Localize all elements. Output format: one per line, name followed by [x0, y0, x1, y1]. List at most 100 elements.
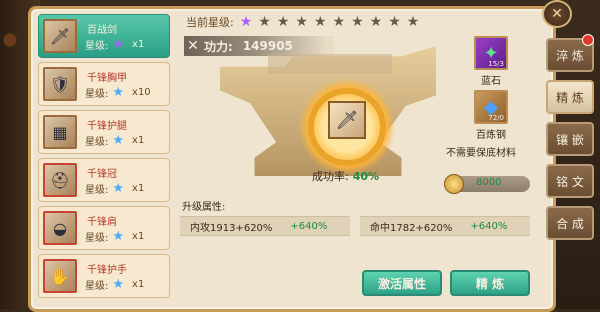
- equip-name: 千锋肩: [87, 217, 117, 228]
- coin-value: 8000: [476, 177, 502, 188]
- star-icon: ★: [112, 180, 125, 196]
- stat-value: 1782+620%: [390, 222, 453, 234]
- forge-slot[interactable]: 🗡: [328, 101, 366, 139]
- tab-label: 淬 炼: [556, 48, 584, 63]
- star-icon: ★: [112, 132, 125, 148]
- equip-count: x10: [132, 87, 151, 98]
- star-label: 星级:: [85, 185, 109, 196]
- stat-row: 内攻1913+620% +640%: [180, 216, 350, 236]
- star-icon: ★: [112, 84, 125, 100]
- gauntlet-icon: ✋: [43, 259, 77, 293]
- success-value: 40%: [352, 170, 380, 183]
- star-icon: ★: [406, 14, 420, 30]
- stat-name: 内攻: [190, 222, 210, 234]
- material-count: 72/0: [488, 114, 504, 122]
- material-slot[interactable]: ◆ 72/0: [474, 90, 508, 124]
- power-bar: ✕ 功力: 149905: [184, 36, 334, 56]
- equip-item[interactable]: 🛡 千锋胸甲 星级: ★ x10: [38, 62, 170, 106]
- equip-count: x1: [132, 231, 145, 242]
- activate-button[interactable]: 激活属性: [362, 270, 442, 296]
- leg-armor-icon: ▦: [43, 115, 77, 149]
- stat-add: +640%: [290, 220, 328, 232]
- sword-icon: 🗡: [335, 109, 359, 131]
- tab-refine[interactable]: 精 炼: [546, 80, 594, 114]
- success-rate: 成功率: 40%: [312, 168, 379, 184]
- equip-item[interactable]: ⛑ 千锋冠 星级: ★ x1: [38, 158, 170, 202]
- equip-item[interactable]: ✋ 千锋护手 星级: ★ x1: [38, 254, 170, 298]
- notification-badge: [582, 34, 594, 46]
- equip-item[interactable]: 🗡 百战剑 星级: ★ x1: [38, 14, 170, 58]
- tab-inlay[interactable]: 镶 嵌: [546, 122, 594, 156]
- stat-row: 命中1782+620% +640%: [360, 216, 530, 236]
- star-label: 星级:: [85, 89, 109, 100]
- star-icon: ★: [112, 276, 125, 292]
- material-count: 15/3: [488, 60, 504, 68]
- star-label: 星级:: [85, 233, 109, 244]
- star-icon: ★: [112, 36, 125, 52]
- star-icon: ★: [112, 228, 125, 244]
- equip-count: x1: [132, 39, 145, 50]
- equip-name: 千锋护手: [87, 265, 127, 276]
- material-name: 蓝石: [481, 76, 501, 87]
- equip-name: 百战剑: [87, 25, 117, 36]
- material-slot[interactable]: ✦ 15/3: [474, 36, 508, 70]
- equip-item[interactable]: ▦ 千锋护腿 星级: ★ x1: [38, 110, 170, 154]
- equip-star-row: 星级: ★ x1: [85, 36, 145, 53]
- star-icon: ★: [258, 14, 271, 30]
- coin-icon: [444, 174, 464, 194]
- star-icon: ★: [276, 14, 290, 30]
- tab-synthesize[interactable]: 合 成: [546, 206, 594, 240]
- current-star-row: 当前星级: ★ ★ ★ ★ ★ ★ ★ ★ ★ ★: [186, 14, 419, 30]
- power-label: 功力:: [204, 39, 233, 54]
- current-star-label: 当前星级:: [186, 16, 234, 29]
- star-icon: ★: [332, 14, 346, 30]
- side-tabs: 淬 炼 精 炼 镶 嵌 铭 文 合 成: [546, 34, 594, 248]
- shoulder-icon: ◒: [43, 211, 77, 245]
- star-label: 星级:: [85, 137, 109, 148]
- tab-inscription[interactable]: 铭 文: [546, 164, 594, 198]
- close-icon: ✕: [551, 6, 563, 22]
- stat-add: +640%: [470, 220, 508, 232]
- equip-star-row: 星级: ★ x1: [85, 228, 145, 245]
- star-icon: ★: [239, 14, 253, 30]
- anvil-highlight: [268, 54, 392, 74]
- upgrade-label: 升级属性:: [182, 202, 226, 213]
- success-label: 成功率:: [312, 170, 349, 183]
- equip-count: x1: [132, 183, 145, 194]
- equipment-list[interactable]: 🗡 百战剑 星级: ★ x1 🛡 千锋胸甲 星级: ★ x10 ▦ 千锋护腿 星…: [38, 14, 170, 306]
- star-label: 星级:: [85, 41, 109, 52]
- star-label: 星级:: [85, 281, 109, 292]
- helmet-icon: ⛑: [43, 163, 77, 197]
- equip-name: 千锋胸甲: [87, 73, 127, 84]
- crossed-swords-icon: ✕: [187, 38, 199, 54]
- close-button[interactable]: ✕: [542, 0, 572, 28]
- equip-item[interactable]: ◒ 千锋肩 星级: ★ x1: [38, 206, 170, 250]
- no-protect-note: 不需要保底材料: [446, 148, 516, 159]
- stat-text: 内攻1913+620%: [190, 219, 272, 234]
- equip-count: x1: [132, 135, 145, 146]
- sword-icon: 🗡: [43, 19, 77, 53]
- material-name: 百炼钢: [476, 130, 506, 141]
- tab-label: 合 成: [556, 216, 584, 231]
- equip-star-row: 星级: ★ x1: [85, 276, 145, 293]
- tab-label: 精 炼: [556, 90, 584, 105]
- power-value: 149905: [242, 39, 293, 53]
- equip-star-row: 星级: ★ x10: [85, 84, 151, 101]
- refine-panel: 当前星级: ★ ★ ★ ★ ★ ★ ★ ★ ★ ★ ✕ 功力: 149905 🗡…: [176, 8, 542, 300]
- tab-label: 铭 文: [556, 174, 584, 189]
- star-icon: ★: [388, 14, 401, 30]
- equip-star-row: 星级: ★ x1: [85, 132, 145, 149]
- armor-icon: 🛡: [43, 67, 77, 101]
- star-icon: ★: [295, 14, 308, 30]
- equip-star-row: 星级: ★ x1: [85, 180, 145, 197]
- star-icon: ★: [351, 14, 364, 30]
- star-icon: ★: [369, 14, 383, 30]
- equip-count: x1: [132, 279, 145, 290]
- stat-value: 1913+620%: [210, 222, 273, 234]
- refine-button[interactable]: 精 炼: [450, 270, 530, 296]
- tab-temper[interactable]: 淬 炼: [546, 34, 594, 72]
- equip-name: 千锋护腿: [87, 121, 127, 132]
- star-icon: ★: [313, 14, 327, 30]
- equip-name: 千锋冠: [87, 169, 117, 180]
- stat-name: 命中: [370, 222, 390, 234]
